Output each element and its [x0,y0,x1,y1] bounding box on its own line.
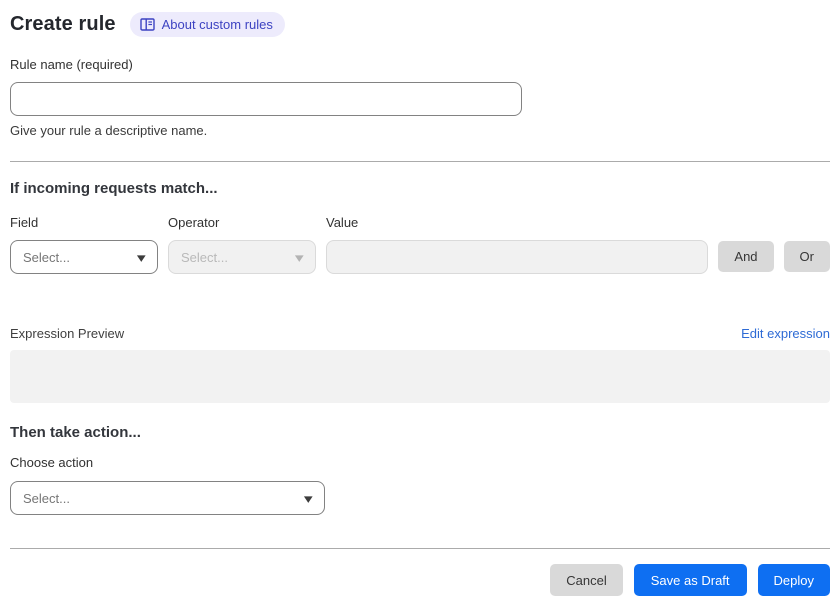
rule-name-label: Rule name (required) [10,57,133,72]
match-section: If incoming requests match... Field Sele… [10,180,830,403]
expression-preview-box [10,350,830,403]
chevron-down-icon: ▾ [295,249,305,265]
operator-select-value: Select... [181,249,228,265]
create-rule-page: Create rule About custom rules Rule name… [0,0,839,596]
value-input[interactable] [326,240,709,274]
chevron-down-icon: ▾ [137,249,147,265]
cancel-button[interactable]: Cancel [550,564,623,596]
field-label: Field [10,215,39,230]
section-divider [10,161,830,162]
rule-name-section: Rule name (required) Give your rule a de… [10,56,830,138]
operator-column: Operator Select... ▾ [168,215,316,274]
condition-row: Field Select... ▾ Operator Select... ▾ V… [10,215,830,274]
save-as-draft-button[interactable]: Save as Draft [633,564,747,596]
expression-preview-label: Expression Preview [10,326,125,341]
page-title: Create rule [10,13,116,35]
rule-name-input[interactable] [10,82,522,116]
action-section-heading: Then take action... [10,424,141,441]
choose-action-label: Choose action [10,455,94,470]
edit-expression-link[interactable]: Edit expression [741,326,830,341]
match-section-heading: If incoming requests match... [10,180,218,197]
value-label: Value [326,215,359,230]
field-select-value: Select... [23,249,70,265]
about-badge-label: About custom rules [161,17,273,32]
choose-action-select-value: Select... [23,490,70,506]
field-select[interactable]: Select... ▾ [10,240,158,274]
choose-action-select[interactable]: Select... ▾ [10,481,325,515]
field-column: Field Select... ▾ [10,215,158,274]
or-button[interactable]: Or [783,241,830,272]
footer-divider [10,548,830,549]
deploy-button[interactable]: Deploy [757,564,830,596]
footer-actions: Cancel Save as Draft Deploy [10,564,830,596]
operator-select[interactable]: Select... ▾ [168,240,316,274]
about-custom-rules-badge[interactable]: About custom rules [129,12,285,37]
operator-label: Operator [168,215,220,230]
book-icon [139,18,155,31]
action-section: Then take action... Choose action Select… [10,424,830,515]
chevron-down-icon: ▾ [304,490,314,506]
rule-name-helper: Give your rule a descriptive name. [10,123,208,138]
page-header: Create rule About custom rules [10,12,830,37]
value-column: Value [326,215,709,274]
and-button[interactable]: And [718,241,774,272]
expression-header: Expression Preview Edit expression [10,326,830,341]
